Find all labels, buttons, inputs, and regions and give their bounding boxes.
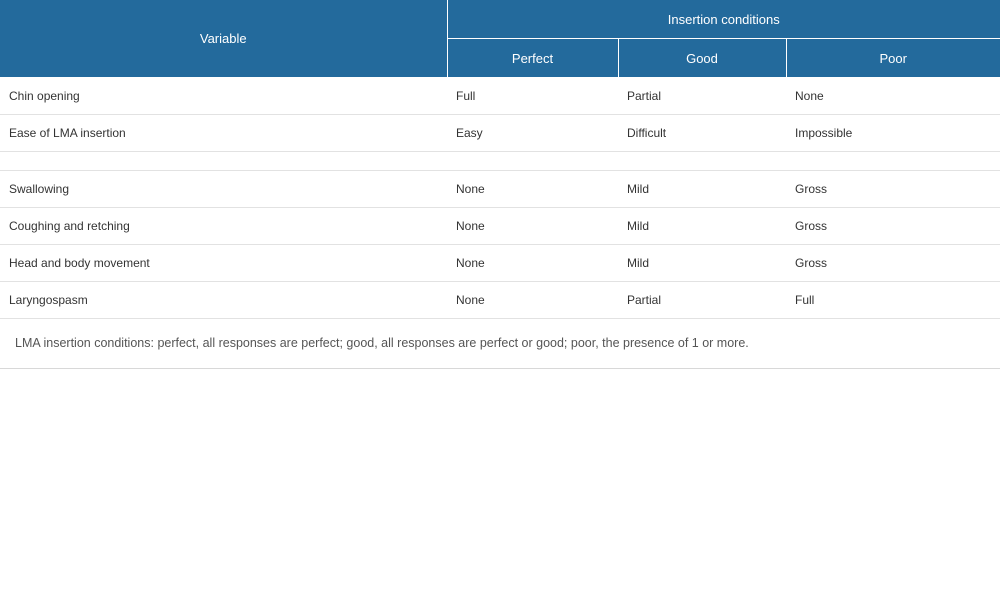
- row-poor-cell: Full: [786, 281, 1000, 319]
- row-variable-cell: Coughing and retching: [0, 207, 447, 245]
- row-poor-cell: Gross: [786, 244, 1000, 282]
- table-row: Coughing and retching None Mild Gross: [0, 207, 1000, 245]
- row-good-cell: Mild: [618, 244, 786, 282]
- row-perfect-cell: [447, 151, 618, 171]
- row-perfect-cell: Easy: [447, 114, 618, 152]
- row-poor-cell: Gross: [786, 170, 1000, 208]
- row-good-cell: Mild: [618, 207, 786, 245]
- row-perfect-cell: None: [447, 281, 618, 319]
- column-header-poor: Poor: [786, 38, 1000, 78]
- row-good-cell: Difficult: [618, 114, 786, 152]
- row-perfect-cell: None: [447, 207, 618, 245]
- row-variable-cell: Laryngospasm: [0, 281, 447, 319]
- row-variable-cell: [0, 151, 447, 171]
- insertion-conditions-table: Variable Insertion conditions Perfect Go…: [0, 0, 1000, 319]
- row-variable-cell: Chin opening: [0, 77, 447, 115]
- row-good-cell: Partial: [618, 281, 786, 319]
- row-perfect-cell: None: [447, 244, 618, 282]
- column-header-good: Good: [618, 38, 787, 78]
- row-good-cell: Partial: [618, 77, 786, 115]
- row-good-cell: Mild: [618, 170, 786, 208]
- row-poor-cell: Impossible: [786, 114, 1000, 152]
- row-variable-cell: Head and body movement: [0, 244, 447, 282]
- row-poor-cell: Gross: [786, 207, 1000, 245]
- column-header-variable: Variable: [0, 0, 448, 78]
- column-group-header-insertion-conditions: Insertion conditions: [447, 0, 1000, 39]
- row-perfect-cell: None: [447, 170, 618, 208]
- table-row: Head and body movement None Mild Gross: [0, 244, 1000, 282]
- row-poor-cell: None: [786, 77, 1000, 115]
- row-poor-cell: [786, 151, 1000, 171]
- table-header: Variable Insertion conditions Perfect Go…: [0, 0, 1000, 78]
- table-row-empty: [0, 151, 1000, 171]
- table-row: Swallowing None Mild Gross: [0, 170, 1000, 208]
- row-good-cell: [618, 151, 786, 171]
- table-row: Laryngospasm None Partial Full: [0, 281, 1000, 319]
- row-variable-cell: Ease of LMA insertion: [0, 114, 447, 152]
- row-perfect-cell: Full: [447, 77, 618, 115]
- table-row: Ease of LMA insertion Easy Difficult Imp…: [0, 114, 1000, 152]
- table-footnote: LMA insertion conditions: perfect, all r…: [15, 336, 749, 350]
- table-body: Chin opening Full Partial None Ease of L…: [0, 77, 1000, 319]
- row-variable-cell: Swallowing: [0, 170, 447, 208]
- table-row: Chin opening Full Partial None: [0, 77, 1000, 115]
- insertion-conditions-table-container: Variable Insertion conditions Perfect Go…: [0, 0, 1000, 369]
- column-header-perfect: Perfect: [447, 38, 619, 78]
